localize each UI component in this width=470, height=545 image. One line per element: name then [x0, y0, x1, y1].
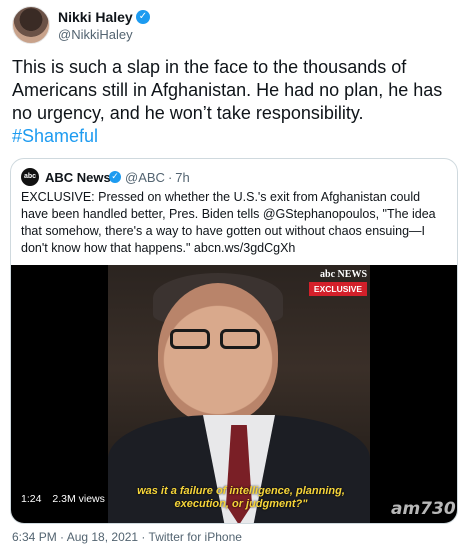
- avatar[interactable]: [12, 6, 50, 44]
- watermark: am730: [391, 499, 456, 519]
- video-views: 2.3M views: [52, 493, 105, 505]
- exclusive-label: EXCLUSIVE: [309, 282, 367, 296]
- quoted-text: EXCLUSIVE: Pressed on whether the U.S.'s…: [21, 190, 436, 255]
- network-badge: abc NEWS EXCLUSIVE: [309, 269, 367, 296]
- glasses-lens-left: [170, 329, 210, 349]
- video-caption: was it a failure of intelligence, planni…: [137, 485, 345, 510]
- quoted-author-name[interactable]: ABC News: [45, 170, 111, 185]
- quoted-tweet[interactable]: abc ABC News ✓ @ABC · 7h EXCLUSIVE: Presse…: [10, 158, 458, 524]
- glasses-lens-right: [220, 329, 260, 349]
- video-meta: 1:24 2.3M views: [21, 493, 113, 505]
- tweet-header: Nikki Haley ✓ @NikkiHaley: [12, 6, 452, 50]
- quoted-handle[interactable]: @ABC: [125, 170, 165, 185]
- tweet-body: This is such a slap in the face to the t…: [12, 57, 443, 123]
- verified-badge-icon: ✓: [136, 10, 150, 24]
- author-handle[interactable]: @NikkiHaley: [58, 27, 133, 42]
- video-subject-glasses: [170, 329, 266, 351]
- quoted-header: abc ABC News ✓ @ABC · 7h: [21, 168, 441, 188]
- quoted-time[interactable]: 7h: [175, 170, 189, 185]
- video-player[interactable]: abc NEWS EXCLUSIVE was it a failure of i…: [11, 265, 457, 523]
- quoted-verified-badge-icon: ✓: [109, 171, 121, 183]
- author-name[interactable]: Nikki Haley: [58, 9, 133, 25]
- abc-news-avatar[interactable]: abc: [21, 168, 39, 186]
- network-logo: abc NEWS: [320, 269, 367, 280]
- video-subject-face: [158, 283, 278, 423]
- video-duration: 1:24: [21, 493, 42, 505]
- tweet-text: This is such a slap in the face to the t…: [12, 56, 452, 148]
- separator-dot: ·: [167, 170, 173, 185]
- hashtag-link[interactable]: #Shameful: [12, 126, 98, 146]
- quoted-handle-time: @ABC · 7h: [125, 170, 190, 185]
- tweet-timestamp[interactable]: 6:34 PM · Aug 18, 2021 · Twitter for iPh…: [12, 530, 242, 544]
